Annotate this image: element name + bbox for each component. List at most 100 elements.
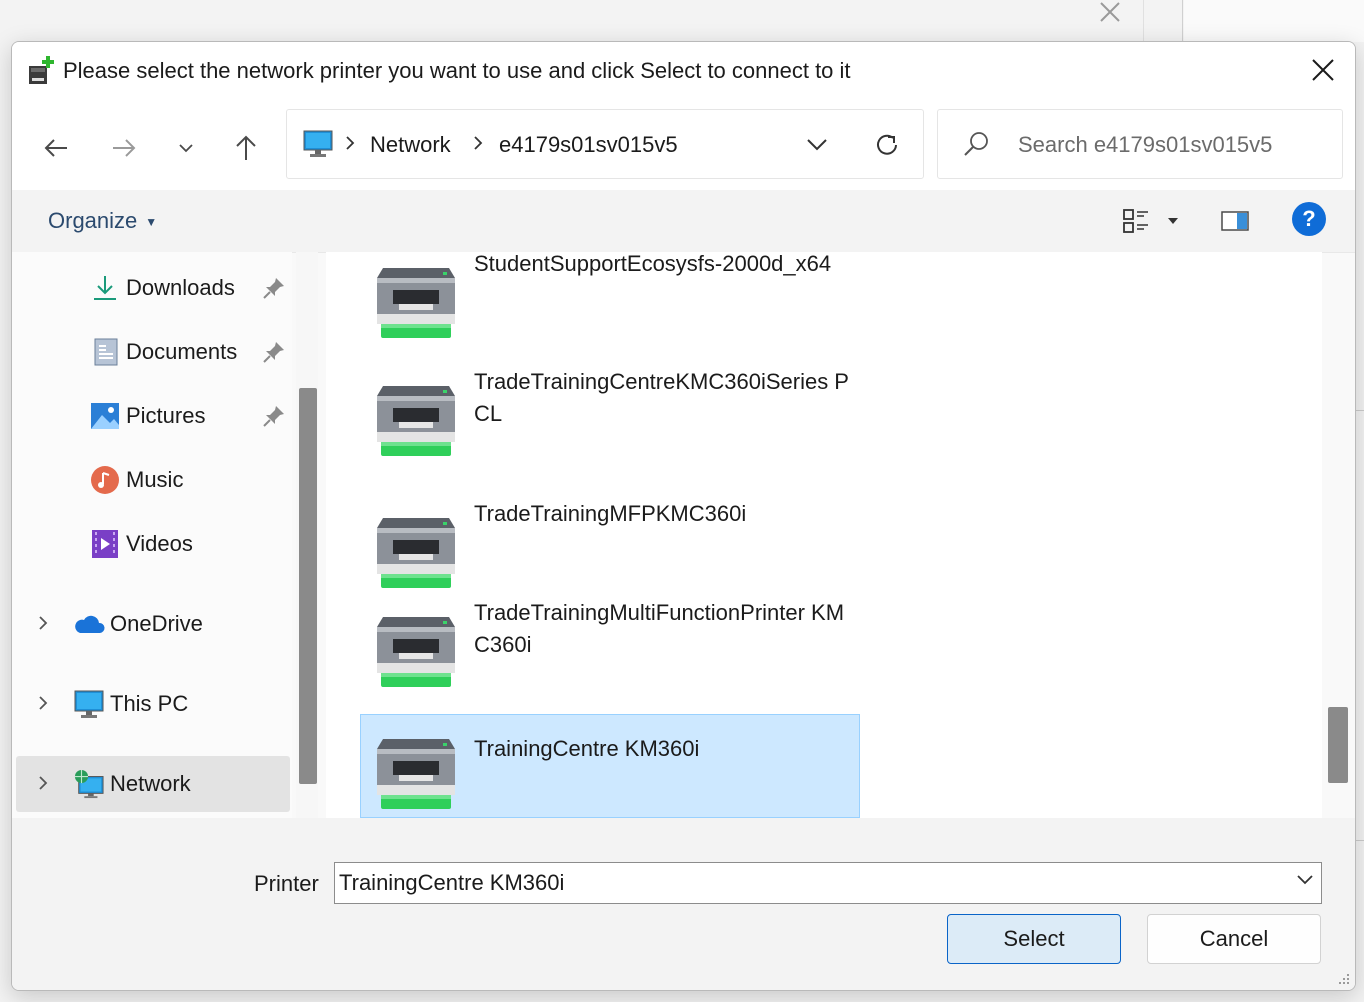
download-icon [94,276,116,300]
chevron-right-icon[interactable] [38,775,48,791]
background-divider [1356,410,1364,411]
chevron-down-icon [807,139,827,151]
videos-icon [92,530,118,558]
music-icon [91,466,119,494]
network-icon [74,769,104,799]
printer-icon [377,386,455,456]
file-list-scroll-thumb[interactable] [1328,707,1348,783]
chevron-down-icon[interactable] [1297,875,1313,885]
background-divider [1356,840,1364,841]
address-bar[interactable]: Network e4179s01sv015v5 [286,109,924,179]
chevron-right-icon [346,136,355,150]
resize-grip-icon[interactable] [1335,970,1351,986]
search-placeholder: Search e4179s01sv015v5 [1018,132,1273,157]
computer-icon [74,690,104,718]
close-icon [1312,59,1334,81]
navigation-pane-scroll-thumb[interactable] [299,388,317,784]
background-close-icon[interactable] [1098,0,1122,24]
recent-locations-button[interactable] [166,128,206,168]
arrow-left-icon [44,139,67,157]
arrow-up-icon [236,135,256,160]
sidebar-item-label: Network [110,771,191,796]
printer-icon [377,268,455,338]
sidebar-item-label: Videos [126,531,193,556]
forward-button[interactable] [104,128,144,168]
printer-name: TrainingCentre KM360i [474,736,700,761]
organize-button[interactable]: Organize ▼ [48,208,157,234]
breadcrumb-server[interactable]: e4179s01sv015v5 [499,132,678,158]
printer-name: TradeTrainingCentreKMC360iSeries PCL [474,369,849,426]
search-box[interactable]: Search e4179s01sv015v5 [937,109,1343,179]
chevron-right-icon [474,136,483,150]
printer-icon [377,518,455,588]
command-bar: Organize ▼ ? [12,190,1355,253]
organize-label: Organize [48,208,138,233]
sidebar-item-label: OneDrive [110,611,203,636]
sidebar-item-label: Music [126,467,184,492]
printer-name: StudentSupportEcosysfs-2000d_x64 [474,252,832,276]
sidebar-item-this-pc[interactable]: This PC [16,676,290,732]
sidebar-item-label: Downloads [126,275,235,300]
document-icon [94,338,118,366]
search-icon [964,132,988,156]
view-options-icon [1123,209,1148,233]
chevron-right-icon[interactable] [38,615,48,631]
printer-label: Printer [254,871,319,896]
printer-name: TradeTrainingMultiFunctionPrinter KMC360… [474,600,845,657]
printer-name-combobox[interactable]: TrainingCentre KM360i [334,862,1322,904]
breadcrumb-network[interactable]: Network [370,132,451,158]
back-button[interactable] [36,128,76,168]
printer-name: TradeTrainingMFPKMC360i [474,501,747,526]
sidebar-item-music[interactable]: Music [16,452,290,508]
change-view-button[interactable] [1122,204,1184,238]
close-button[interactable] [1303,52,1343,88]
printer-icon [377,739,455,809]
chevron-down-icon [179,144,193,153]
printer-item[interactable]: TradeTrainingMFPKMC360i [361,498,859,598]
sidebar-item-downloads[interactable]: Downloads [16,260,290,316]
sidebar-item-documents[interactable]: Documents [16,324,290,380]
computer-icon [303,130,333,157]
add-printer-icon [29,56,54,84]
caret-down-icon [1168,218,1178,224]
sidebar-item-label: Pictures [126,403,206,428]
sidebar-item-network[interactable]: Network [16,756,290,812]
pin-icon[interactable] [262,340,286,364]
background-panel [1184,0,1364,42]
caret-down-icon: ▼ [145,215,158,230]
sidebar-item-pictures[interactable]: Pictures [16,388,290,444]
printer-item[interactable]: StudentSupportEcosysfs-2000d_x64 [361,252,859,348]
background-divider [1182,0,1183,42]
printer-icon [377,617,455,687]
printer-select-dialog: Please select the network printer you wa… [11,41,1356,991]
file-list: StudentSupportEcosysfs-2000d_x64 TradeTr… [326,252,1322,818]
sidebar-item-label: This PC [110,691,189,716]
pin-icon[interactable] [262,276,286,300]
navigation-bar: Network e4179s01sv015v5 Search e4179s01s… [12,102,1355,190]
chevron-right-icon[interactable] [38,695,48,711]
pictures-icon [91,403,119,429]
pin-icon[interactable] [262,404,286,428]
cloud-icon [75,615,105,633]
dialog-footer: Printer TrainingCentre KM360i Select Can… [12,818,1355,990]
title-bar: Please select the network printer you wa… [12,42,1355,102]
printer-item[interactable]: TradeTrainingMultiFunctionPrinter KMC360… [361,597,859,697]
question-mark-icon: ? [1302,206,1316,231]
help-button[interactable]: ? [1292,202,1326,236]
printer-item-selected[interactable]: TrainingCentre KM360i [360,714,860,818]
address-dropdown-button[interactable] [797,128,837,162]
up-button[interactable] [226,128,266,168]
background-divider [1143,0,1144,42]
sidebar-item-label: Documents [126,339,238,364]
select-button[interactable]: Select [947,914,1121,964]
sidebar-item-onedrive[interactable]: OneDrive [16,596,290,652]
refresh-button[interactable] [867,126,907,164]
preview-pane-icon[interactable] [1220,206,1252,236]
refresh-icon [877,134,897,155]
navigation-pane: Downloads Documents Pictures Music Video… [12,252,292,818]
printer-name-value[interactable]: TrainingCentre KM360i [339,870,564,896]
cancel-button[interactable]: Cancel [1147,914,1321,964]
arrow-right-icon [113,139,136,157]
printer-item[interactable]: TradeTrainingCentreKMC360iSeries PCL [361,366,859,466]
sidebar-item-videos[interactable]: Videos [16,516,290,572]
